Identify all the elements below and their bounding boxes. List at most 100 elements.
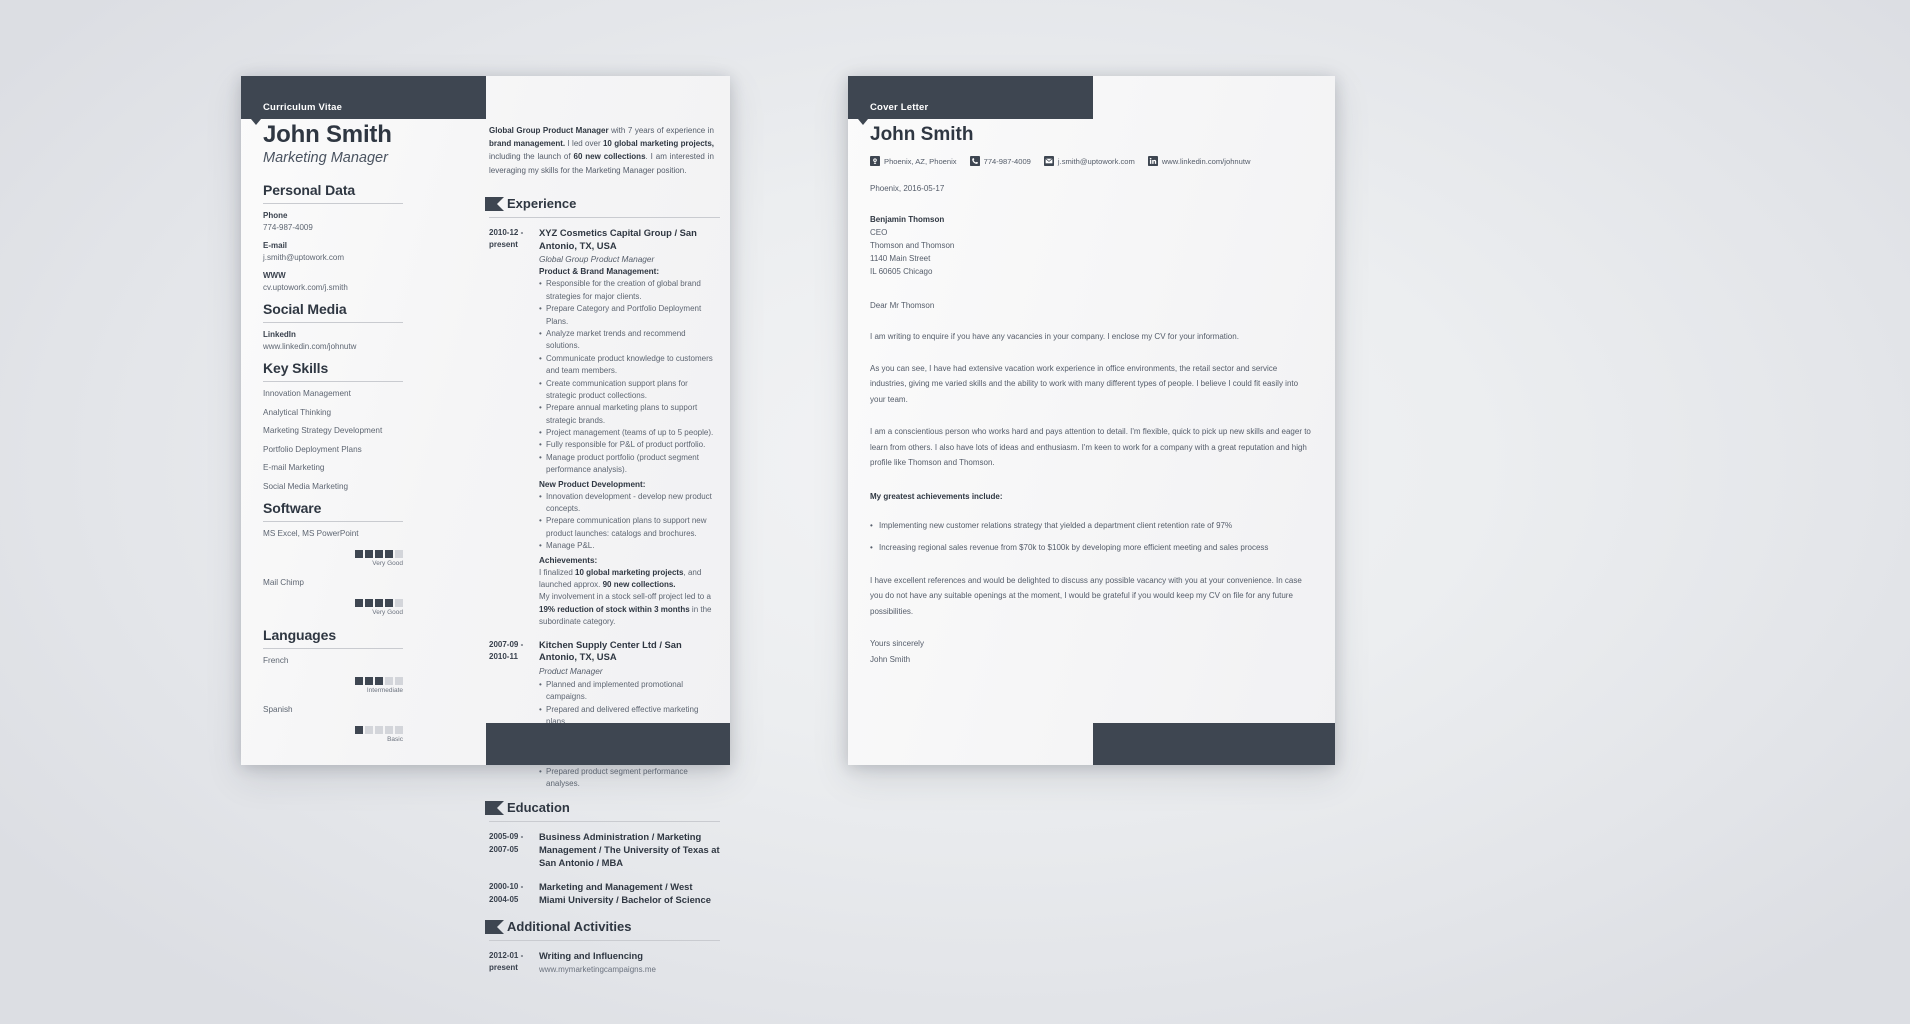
entry-bullet: Responsible for the creation of global b… bbox=[539, 278, 720, 303]
rating-box bbox=[375, 677, 383, 685]
entry-category: Product & Brand Management: bbox=[539, 267, 660, 277]
document-entry: 2005-09 -2007-05 Business Administration … bbox=[489, 831, 720, 871]
rating-label: Mail Chimp bbox=[263, 578, 304, 587]
rating-box bbox=[365, 726, 373, 734]
experience-entry: 2007-09 -2010-11 Kitchen Supply Center Lt… bbox=[489, 639, 720, 791]
key-skill-item: Analytical Thinking bbox=[263, 407, 332, 417]
cover-letter-salutation: Dear Mr Thomson bbox=[870, 300, 935, 310]
experience-entries: 2010-12 - present XYZ Cosmetics Capital Gr… bbox=[489, 227, 720, 790]
rating-boxes bbox=[263, 599, 403, 607]
letter-paragraph: As you can see, I have had extensive vac… bbox=[870, 364, 1299, 404]
entry-bullet: Prepare annual marketing plans to suppor… bbox=[539, 402, 720, 427]
entry-bullet: Prepare Category and Portfolio Deploymen… bbox=[539, 303, 720, 328]
contact-field: LinkedIn www.linkedin.com/johnutw bbox=[263, 330, 403, 351]
section-heading-social-media: Social Media bbox=[263, 301, 403, 323]
entry-body: XYZ Cosmetics Capital Group / San Antoni… bbox=[539, 227, 720, 629]
rating-row: Mail Chimp Very Good bbox=[263, 578, 403, 616]
section-heading-key-skills: Key Skills bbox=[263, 360, 403, 382]
entry-date: 2010-12 - present bbox=[489, 228, 524, 250]
entry-title: Marketing and Management / West Miami Un… bbox=[539, 881, 711, 906]
entry-body: Marketing and Management / West Miami Un… bbox=[539, 881, 720, 908]
rating-row: MS Excel, MS PowerPoint Very Good bbox=[263, 529, 403, 567]
section-heading-education: Education bbox=[485, 800, 720, 816]
section-heading-software: Software bbox=[263, 500, 403, 522]
key-skill-item: E-mail Marketing bbox=[263, 463, 325, 472]
cover-letter-signature: John Smith bbox=[870, 654, 911, 664]
recipient-line: Thomson and Thomson bbox=[870, 240, 955, 250]
cv-document-page[interactable]: Curriculum Vitae John Smith Marketing Ma… bbox=[241, 76, 730, 974]
entry-date: 2000-10 -2004-05 bbox=[489, 882, 524, 904]
location-pin-icon bbox=[870, 156, 880, 166]
contact-item: j.smith@uptowork.com bbox=[1043, 156, 1135, 166]
software-rating-list: MS Excel, MS PowerPoint Very Good Mail Chi… bbox=[263, 529, 403, 616]
entry-bullet: Prepare communication plans to support n… bbox=[539, 515, 720, 540]
recipient-line: 1140 Main Street bbox=[870, 253, 931, 263]
contact-field-value: 774-987-4009 bbox=[263, 223, 313, 232]
entry-title: Business Administration / Marketing Mana… bbox=[539, 831, 720, 868]
rating-box bbox=[395, 550, 403, 558]
rating-box bbox=[375, 726, 383, 734]
contact-field-value: www.linkedin.com/johnutw bbox=[263, 342, 357, 351]
contact-field-value: j.smith@uptowork.com bbox=[263, 253, 345, 262]
rating-box bbox=[395, 726, 403, 734]
cover-letter-achievements-list: Implementing new customer relations stra… bbox=[870, 519, 1313, 555]
cover-letter-contact-row: Phoenix, AZ, Phoenix 774-987-4009 j.smith@… bbox=[870, 156, 1250, 166]
languages-rating-list: French Intermediate Spanish Basic bbox=[263, 656, 403, 743]
cover-letter-recipient-block: Benjamin Thomson CEO Thomson and Thomson 11… bbox=[870, 214, 1313, 279]
achievement-text: I finalized 10 global marketing projects… bbox=[539, 567, 702, 589]
entry-title: Kitchen Supply Center Ltd / San Antonio,… bbox=[539, 638, 682, 663]
cover-letter-date: Phoenix, 2016-05-17 bbox=[870, 184, 945, 193]
cover-letter-document-page[interactable]: Cover Letter John Smith Phoenix, AZ, Pho… bbox=[848, 76, 1335, 765]
divider-education bbox=[489, 821, 720, 823]
entry-bullet: Manage P&L. bbox=[539, 540, 720, 553]
entry-title: XYZ Cosmetics Capital Group / San Antoni… bbox=[539, 227, 697, 251]
rating-box bbox=[365, 677, 373, 685]
contact-text: j.smith@uptowork.com bbox=[1057, 156, 1135, 166]
key-skill-item: Portfolio Deployment Plans bbox=[263, 444, 362, 454]
recipient-line: CEO bbox=[870, 227, 888, 237]
letter-paragraph: I am a conscientious person who works ha… bbox=[870, 427, 1311, 467]
entry-body: Kitchen Supply Center Ltd / San Antonio,… bbox=[539, 639, 720, 791]
entry-date: 2007-09 -2010-11 bbox=[489, 639, 524, 661]
entry-bullet: Manage product portfolio (product segmen… bbox=[539, 452, 720, 477]
cv-main-column: Global Group Product Manager with 7 year… bbox=[485, 76, 730, 974]
entry-bullet: Prepared product segment performance ana… bbox=[539, 766, 720, 791]
linkedin-icon bbox=[1147, 156, 1158, 166]
letter-paragraph: I am writing to enquire if you have any … bbox=[870, 331, 1239, 341]
cv-footer-ribbon bbox=[486, 723, 730, 765]
rating-box bbox=[365, 550, 373, 558]
rating-boxes bbox=[263, 726, 403, 734]
screenshot-canvas: Curriculum Vitae John Smith Marketing Ma… bbox=[0, 0, 1910, 1024]
entry-title: Writing and Influencing bbox=[539, 949, 643, 961]
entry-date: 2012-01 - present bbox=[489, 950, 524, 973]
rating-box bbox=[355, 677, 363, 685]
recipient-line: IL 60605 Chicago bbox=[870, 266, 933, 276]
experience-entry: 2010-12 - present XYZ Cosmetics Capital Gr… bbox=[489, 227, 720, 629]
cv-sidebar: Personal Data Phone 774-987-4009 E-mail j.s… bbox=[263, 182, 403, 754]
entry-bullet: Communicate product knowledge to custome… bbox=[539, 353, 720, 378]
contact-field-key: Phone bbox=[263, 211, 288, 220]
personal-data-fields: Phone 774-987-4009 E-mail j.smith@uptowork.… bbox=[263, 211, 403, 292]
section-heading-personal-data: Personal Data bbox=[263, 182, 403, 204]
rating-boxes bbox=[263, 550, 403, 558]
rating-box bbox=[375, 550, 383, 558]
entry-bullet: Project management (teams of up to 5 peo… bbox=[539, 427, 720, 440]
cover-letter-closing-paragraph: I have excellent references and would be… bbox=[870, 576, 1302, 616]
contact-field: E-mail j.smith@uptowork.com bbox=[263, 241, 403, 262]
contact-field-key: LinkedIn bbox=[263, 330, 296, 339]
cover-letter-ribbon-label: Cover Letter bbox=[870, 102, 929, 113]
entry-bullet: Analyze market trends and recommend solu… bbox=[539, 328, 720, 353]
cv-main-sections: Experience 2010-12 - present XYZ Cosmetics… bbox=[485, 196, 720, 985]
entry-subtitle: Product Manager bbox=[539, 665, 603, 676]
cover-letter-paragraphs: I am writing to enquire if you have any … bbox=[870, 329, 1313, 471]
entry-link[interactable]: www.mymarketingcampaigns.me bbox=[539, 965, 720, 974]
entry-date: 2005-09 -2007-05 bbox=[489, 832, 524, 854]
entry-bullet: Create communication support plans for s… bbox=[539, 378, 720, 403]
entry-bullet: Planned and implemented promotional camp… bbox=[539, 679, 720, 704]
achievement-text: My involvement in a stock sell-off proje… bbox=[539, 592, 712, 627]
cover-letter-body: Phoenix, 2016-05-17 Benjamin Thomson CEO T… bbox=[870, 184, 1313, 667]
cover-letter-candidate-name: John Smith bbox=[870, 124, 974, 145]
key-skill-item: Social Media Marketing bbox=[263, 481, 349, 491]
rating-box bbox=[375, 599, 383, 607]
rating-caption: Very Good bbox=[372, 560, 403, 567]
